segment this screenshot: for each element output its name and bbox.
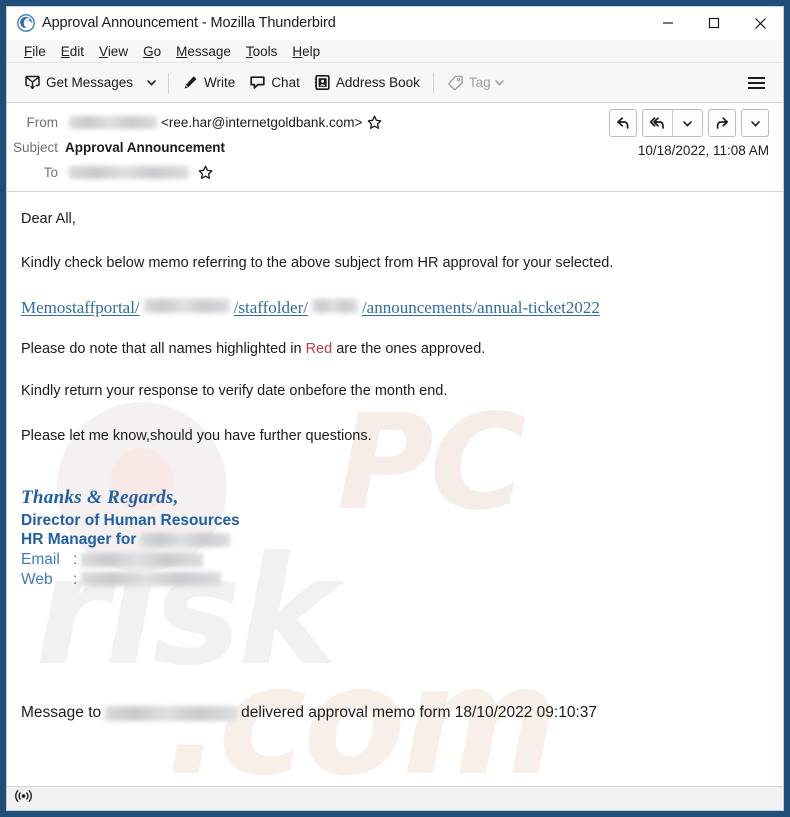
- get-messages-label: Get Messages: [46, 75, 134, 90]
- message-header: 10/18/2022, 11:08 AM From <ree.har@inter…: [7, 103, 783, 192]
- menu-go[interactable]: Go: [136, 43, 169, 60]
- signature-block: Thanks & Regards, Director of Human Reso…: [21, 487, 769, 590]
- signature-web-redacted: [81, 572, 222, 587]
- red-keyword: Red: [305, 341, 333, 358]
- message-action-buttons: [609, 109, 769, 137]
- reply-all-group: [642, 109, 703, 137]
- reply-button[interactable]: [609, 109, 637, 137]
- reply-all-button[interactable]: [643, 110, 672, 136]
- address-book-icon: [314, 74, 331, 91]
- write-label: Write: [204, 75, 236, 90]
- star-icon-from[interactable]: [367, 115, 382, 130]
- greeting-paragraph: Dear All,: [21, 211, 76, 227]
- intro-paragraph: Kindly check below memo referring to the…: [21, 255, 614, 272]
- memo-link-redacted-2: [311, 299, 358, 314]
- message-date: 10/18/2022, 11:08 AM: [637, 143, 769, 158]
- get-messages-button[interactable]: Get Messages: [17, 68, 140, 98]
- to-value[interactable]: [65, 165, 769, 180]
- toolbar-separator-2: [432, 72, 434, 93]
- red-note-before: Please do note that all names highlighte…: [21, 341, 306, 358]
- forward-button[interactable]: [708, 109, 736, 137]
- red-note-paragraph: Please do note that all names highlighte…: [21, 340, 769, 358]
- signature-web-separator: :: [73, 570, 78, 588]
- signature-web-label: Web: [21, 570, 53, 588]
- hamburger-line-3: [747, 86, 765, 89]
- address-book-label: Address Book: [335, 75, 420, 90]
- thunderbird-window: Approval Announcement - Mozilla Thunderb…: [6, 6, 784, 811]
- to-address-redacted: [69, 166, 189, 179]
- chat-bubble-icon: [249, 74, 266, 91]
- signature-role: HR Manager for: [21, 530, 769, 550]
- memo-link-redacted-1: [143, 299, 230, 314]
- signature-role-prefix: HR Manager for: [21, 531, 137, 549]
- signature-email-redacted: [81, 552, 204, 567]
- red-note-after: are the ones approved.: [332, 341, 486, 358]
- menu-file[interactable]: File: [17, 43, 54, 60]
- get-messages-icon: [24, 74, 41, 91]
- hamburger-line-1: [747, 76, 765, 79]
- hamburger-line-2: [747, 81, 765, 84]
- from-label: From: [26, 115, 59, 130]
- write-button[interactable]: Write: [175, 68, 242, 98]
- signature-company-redacted: [140, 533, 231, 548]
- app-menu-button[interactable]: [741, 68, 771, 98]
- menu-help[interactable]: Help: [285, 43, 328, 60]
- memo-link-part2: /staffolder/: [233, 298, 308, 318]
- toolbar-separator-1: [168, 72, 170, 93]
- status-bar: [7, 786, 783, 810]
- menu-edit[interactable]: Edit: [54, 43, 92, 60]
- signature-web: Web :: [21, 570, 769, 590]
- signature-email-separator: :: [73, 550, 78, 568]
- delivery-suffix: delivered approval memo form 18/10/2022 …: [241, 704, 598, 721]
- address-book-button[interactable]: Address Book: [307, 68, 427, 98]
- signature-title: Director of Human Resources: [21, 511, 240, 529]
- star-icon-to[interactable]: [198, 165, 213, 180]
- menu-view[interactable]: View: [92, 43, 136, 60]
- message-text: Dear All, Kindly check below memo referr…: [21, 210, 769, 589]
- signature-email-label: Email: [21, 550, 60, 568]
- signature-email: Email :: [21, 550, 769, 570]
- memo-link-part1: Memostaffportal/: [21, 298, 140, 318]
- broadcast-icon: [15, 789, 32, 808]
- from-address: <ree.har@internetgoldbank.com>: [161, 115, 363, 130]
- memo-link[interactable]: Memostaffportal/ /staffolder/ /announcem…: [21, 298, 769, 318]
- delivery-recipient-redacted: [105, 705, 238, 721]
- to-label: To: [43, 165, 58, 180]
- tag-icon: [447, 74, 464, 91]
- tag-button[interactable]: Tag: [440, 68, 516, 98]
- reply-all-dropdown[interactable]: [673, 110, 702, 136]
- tag-label: Tag: [468, 75, 491, 90]
- window-title: Approval Announcement - Mozilla Thunderb…: [42, 15, 336, 31]
- subject-label: Subject: [12, 140, 58, 155]
- minimize-button[interactable]: [645, 7, 691, 39]
- menu-tools[interactable]: Tools: [239, 43, 286, 60]
- questions-paragraph: Please let me know,should you have furth…: [21, 427, 372, 444]
- maximize-button[interactable]: [691, 7, 737, 39]
- tag-dropdown-caret[interactable]: [491, 68, 509, 98]
- to-row: To: [7, 160, 783, 185]
- signature-thanks: Thanks & Regards,: [21, 486, 179, 508]
- menu-bar: File Edit View Go Message Tools Help: [7, 40, 783, 63]
- delivery-notice: Message to delivered approval memo form …: [21, 704, 597, 722]
- message-body: PC risk .com Dear All, Kindly check belo…: [7, 192, 783, 786]
- pencil-icon: [182, 74, 199, 91]
- menu-message[interactable]: Message: [169, 43, 239, 60]
- title-bar: Approval Announcement - Mozilla Thunderb…: [7, 7, 783, 40]
- more-actions-button[interactable]: [741, 109, 769, 137]
- chat-label: Chat: [271, 75, 300, 90]
- response-paragraph: Kindly return your response to verify da…: [21, 383, 448, 400]
- from-name-redacted: [69, 116, 157, 129]
- close-button[interactable]: [737, 7, 783, 39]
- main-toolbar: Get Messages Write Chat Address Book Tag: [7, 63, 783, 103]
- chat-button[interactable]: Chat: [242, 68, 307, 98]
- get-messages-dropdown[interactable]: [140, 68, 162, 98]
- memo-link-part3: /announcements/annual-ticket2022: [361, 298, 600, 318]
- delivery-prefix: Message to: [21, 704, 102, 721]
- thunderbird-icon: [17, 14, 35, 32]
